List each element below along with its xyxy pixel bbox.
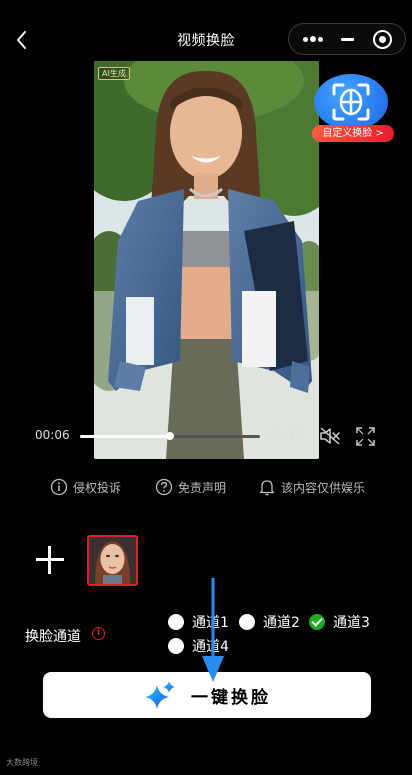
arrow-down-icon: [202, 578, 224, 682]
one-click-swap-label: 一键换脸: [191, 687, 271, 708]
add-face-button[interactable]: [36, 546, 64, 574]
video-frame: [94, 61, 319, 459]
report-infringement-label: 侵权投诉: [73, 480, 122, 495]
report-infringement-link[interactable]: 侵权投诉: [50, 477, 121, 497]
progress-thumb[interactable]: [166, 432, 174, 440]
watermark: 大数跨境: [6, 758, 38, 767]
entertainment-notice: 该内容仅供娱乐: [258, 477, 365, 497]
channel-2-label: 通道2: [263, 615, 300, 631]
one-click-swap-button[interactable]: 一键换脸: [43, 672, 371, 718]
channel-4-label: 通道4: [192, 639, 229, 655]
face-scan-icon: [314, 74, 388, 130]
channel-option-3[interactable]: 通道3: [309, 612, 370, 632]
face-photo: [89, 537, 136, 584]
custom-face-swap-label: 自定义换脸 >: [312, 125, 394, 142]
fullscreen-icon: [356, 427, 375, 446]
total-time: 00:15: [268, 428, 303, 442]
channel-3-label: 通道3: [333, 615, 370, 631]
minimize-button[interactable]: [337, 24, 357, 54]
progress-bar[interactable]: [80, 432, 260, 440]
channel-1-radio[interactable]: [168, 614, 184, 630]
selected-face-thumbnail[interactable]: [87, 535, 138, 586]
close-button[interactable]: [373, 30, 392, 49]
channel-label: 换脸通道: [25, 629, 81, 645]
video-player[interactable]: AI生成: [94, 61, 319, 459]
bell-icon: [259, 480, 275, 496]
current-time: 00:06: [35, 428, 70, 442]
speaker-muted-icon: [320, 427, 340, 445]
info-circle-icon: [50, 478, 68, 496]
mini-program-capsule: [288, 23, 406, 55]
mute-button[interactable]: [319, 426, 341, 446]
channel-option-2[interactable]: 通道2: [239, 612, 300, 632]
channel-3-radio[interactable]: [309, 614, 325, 630]
custom-face-swap-badge[interactable]: 自定义换脸 >: [312, 70, 394, 144]
progress-fill: [80, 435, 170, 438]
channel-2-radio[interactable]: [239, 614, 255, 630]
entertainment-notice-label: 该内容仅供娱乐: [281, 480, 366, 495]
fullscreen-button[interactable]: [356, 427, 375, 446]
disclaimer-link[interactable]: 免责声明: [155, 477, 226, 497]
sparkle-icon: [145, 681, 175, 709]
channel-1-label: 通道1: [192, 615, 229, 631]
ai-generated-badge: AI生成: [98, 67, 130, 80]
disclaimer-label: 免责声明: [178, 480, 227, 495]
channel-option-1[interactable]: 通道1: [168, 612, 229, 632]
channel-4-radio[interactable]: [168, 638, 184, 654]
channel-info-icon[interactable]: i: [92, 627, 105, 640]
more-dots-icon: [303, 37, 308, 42]
question-circle-icon: [155, 478, 173, 496]
channel-option-4[interactable]: 通道4: [168, 636, 229, 656]
more-button[interactable]: [289, 24, 335, 54]
nav-bar: 视频换脸: [0, 22, 412, 56]
